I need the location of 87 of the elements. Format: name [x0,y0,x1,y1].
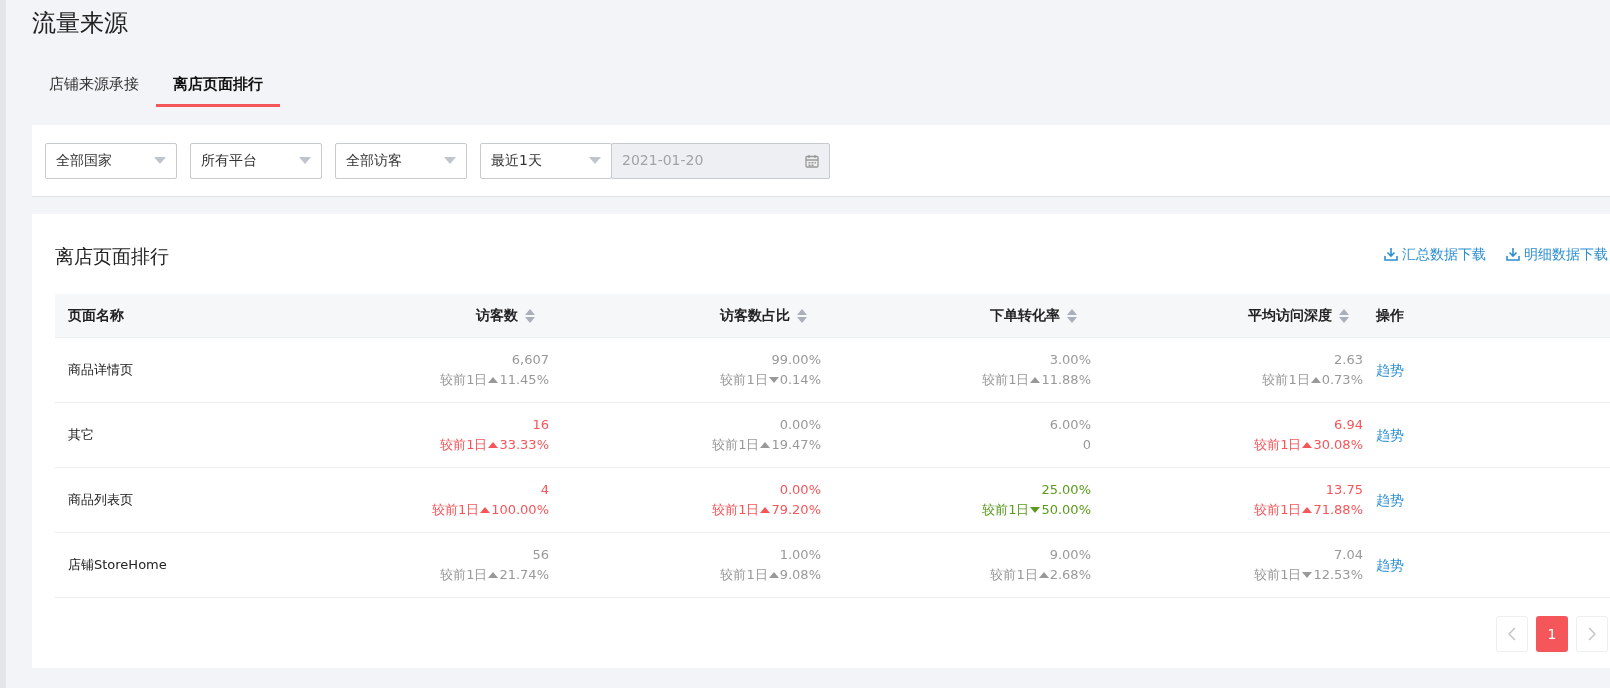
compare-label: 较前1日 [440,566,488,584]
table-cell-text: 店铺StoreHome [67,556,167,575]
compare-label: 较前1日 [720,566,768,584]
change-value: 33.33% [499,436,549,454]
chevron-right-icon [1588,627,1596,641]
compare-label: 较前1日 [1262,371,1310,389]
change-value: 12.53% [1313,566,1363,584]
change-value: 30.08% [1313,436,1363,454]
metric-value: 56 [532,546,549,564]
visitor-select[interactable]: 全部访客 [335,142,467,179]
sort-icon[interactable] [1067,308,1077,323]
country-select[interactable]: 全部国家 [45,142,177,179]
change-value: 19.47% [771,436,821,454]
next-page-button[interactable] [1576,616,1608,652]
page-title: 流量来源 [32,8,128,39]
download-icon [1384,247,1398,261]
compare-label: 较前1日 [720,371,768,389]
metric-value: 0.00% [779,481,821,499]
metric-value: 1.00% [779,546,821,564]
metric-value: 6.00% [1049,416,1091,434]
metric-value: 6.94 [1334,416,1363,434]
metric-value: 25.00% [1041,481,1091,499]
change-value: 11.88% [1041,371,1091,389]
metric-value: 9.00% [1049,546,1091,564]
platform-select[interactable]: 所有平台 [190,142,322,179]
table-cell-text: 其它 [67,426,94,445]
column-header: 操作 [1376,306,1404,325]
column-header: 访客数占比 [720,306,790,325]
column-header: 页面名称 [68,306,124,325]
change-value: 9.08% [779,566,821,584]
sort-icon[interactable] [1339,308,1349,323]
compare-label: 较前1日 [982,501,1030,519]
caret-icon [589,157,601,164]
metric-value: 2.63 [1334,351,1363,369]
column-header: 平均访问深度 [1248,306,1332,325]
change-value: 50.00% [1041,501,1091,519]
metric-value: 13.75 [1325,481,1363,499]
change-value: 0.14% [779,371,821,389]
compare-label: 较前1日 [982,371,1030,389]
trend-link[interactable]: 趋势 [1376,554,1404,576]
compare-label: 较前1日 [712,501,760,519]
compare-label: 较前1日 [440,371,488,389]
period-select[interactable]: 最近1天 [480,142,612,179]
download-link[interactable]: 汇总数据下载 [1384,243,1486,265]
panel-title: 离店页面排行 [55,243,169,269]
column-header: 下单转化率 [990,306,1060,325]
previous-page-button[interactable] [1496,616,1528,652]
metric-value: 0.00% [779,416,821,434]
change-value: 21.74% [499,566,549,584]
caret-icon [444,157,456,164]
change-value: 0.73% [1321,371,1363,389]
caret-icon [154,157,166,164]
compare-label: 较前1日 [1254,436,1302,454]
change-value: 11.45% [499,371,549,389]
change-value: 0 [1082,436,1091,454]
sort-icon[interactable] [525,308,535,323]
compare-label: 较前1日 [1254,566,1302,584]
metric-value: 3.00% [1049,351,1091,369]
tab[interactable]: 离店页面排行 [156,65,280,107]
table-cell-text: 商品列表页 [67,491,133,510]
compare-label: 较前1日 [440,436,488,454]
page-button[interactable]: 1 [1536,616,1568,652]
change-value: 100.00% [491,501,549,519]
chevron-left-icon [1508,627,1516,641]
change-value: 71.88% [1313,501,1363,519]
metric-value: 7.04 [1334,546,1363,564]
caret-icon [299,157,311,164]
metric-value: 6,607 [511,351,549,369]
calendar-icon [805,153,819,168]
compare-label: 较前1日 [1254,501,1302,519]
trend-link[interactable]: 趋势 [1376,489,1404,511]
compare-label: 较前1日 [990,566,1038,584]
tab[interactable]: 店铺来源承接 [32,65,156,107]
download-icon [1506,247,1520,261]
metric-value: 16 [532,416,549,434]
trend-link[interactable]: 趋势 [1376,359,1404,381]
metric-value: 4 [540,481,549,499]
download-link[interactable]: 明细数据下载 [1506,243,1608,265]
change-value: 2.68% [1049,566,1091,584]
metric-value: 99.00% [771,351,821,369]
compare-label: 较前1日 [431,501,480,519]
sort-icon[interactable] [797,308,807,323]
table-cell-text: 商品详情页 [67,361,133,380]
compare-label: 较前1日 [712,436,760,454]
column-header: 访客数 [476,306,518,325]
change-value: 79.20% [771,501,821,519]
trend-link[interactable]: 趋势 [1376,424,1404,446]
